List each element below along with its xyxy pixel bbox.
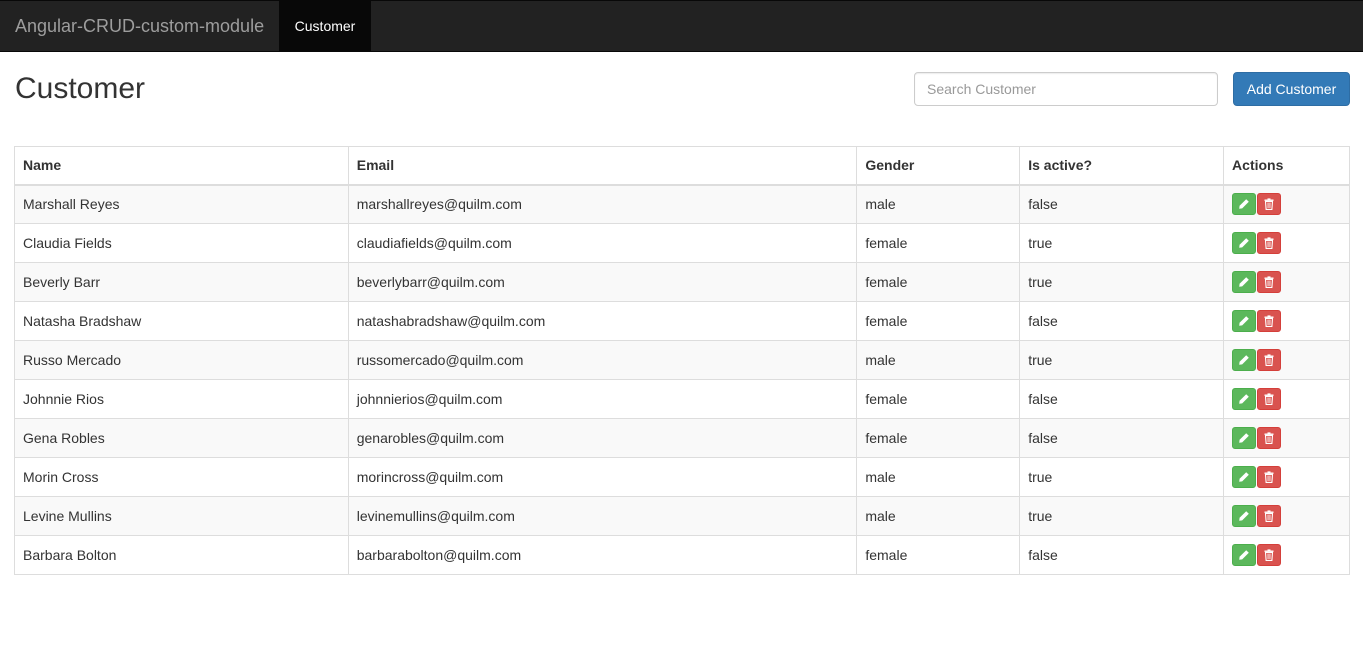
- cell-gender: female: [856, 418, 1021, 458]
- navbar: Angular-CRUD-custom-module Customer: [0, 0, 1363, 52]
- cell-is-active: true: [1019, 340, 1225, 380]
- table-row: Beverly Barr beverlybarr@quilm.com female t…: [14, 262, 1350, 302]
- cell-name: Levine Mullins: [14, 496, 349, 536]
- cell-is-active: true: [1019, 223, 1225, 263]
- delete-button[interactable]: [1257, 388, 1282, 410]
- cell-gender: male: [856, 184, 1021, 224]
- cell-actions: [1223, 379, 1350, 419]
- delete-button[interactable]: [1257, 466, 1282, 488]
- cell-actions: [1223, 223, 1350, 263]
- edit-button[interactable]: [1232, 427, 1257, 449]
- page-title: Customer: [15, 72, 146, 105]
- table-row: Barbara Bolton barbarabolton@quilm.com fem…: [14, 535, 1350, 575]
- cell-is-active: true: [1019, 496, 1225, 536]
- table-row: Natasha Bradshaw natashabradshaw@quilm.co…: [14, 301, 1350, 341]
- cell-is-active: false: [1019, 379, 1225, 419]
- edit-button[interactable]: [1232, 310, 1257, 332]
- table-body: Marshall Reyes marshallreyes@quilm.com mal…: [14, 184, 1350, 575]
- delete-button[interactable]: [1257, 232, 1282, 254]
- cell-email: levinemullins@quilm.com: [347, 496, 858, 536]
- cell-gender: male: [856, 340, 1021, 380]
- cell-gender: female: [856, 379, 1021, 419]
- table-row: Russo Mercado russomercado@quilm.com male t…: [14, 340, 1350, 380]
- edit-button[interactable]: [1232, 544, 1257, 566]
- cell-name: Johnnie Rios: [14, 379, 349, 419]
- table-row: Gena Robles genarobles@quilm.com female fal…: [14, 418, 1350, 458]
- edit-button[interactable]: [1232, 466, 1257, 488]
- table-row: Morin Cross morincross@quilm.com male true: [14, 457, 1350, 497]
- delete-button[interactable]: [1257, 193, 1282, 216]
- delete-button[interactable]: [1257, 427, 1282, 449]
- customer-table: Name Email Gender Is active? Actions Mar…: [14, 146, 1350, 575]
- column-header-gender: Gender: [856, 146, 1021, 186]
- cell-actions: [1223, 262, 1350, 302]
- cell-gender: female: [856, 301, 1021, 341]
- cell-email: genarobles@quilm.com: [347, 418, 858, 458]
- table-row: Claudia Fields claudiafields@quilm.com fem…: [14, 223, 1350, 263]
- cell-gender: female: [856, 223, 1021, 263]
- cell-name: Marshall Reyes: [14, 184, 349, 224]
- cell-name: Morin Cross: [14, 457, 349, 497]
- edit-button[interactable]: [1232, 349, 1257, 371]
- edit-button[interactable]: [1232, 232, 1257, 254]
- cell-actions: [1223, 340, 1350, 380]
- cell-actions: [1223, 184, 1350, 224]
- column-header-is-active: Is active?: [1019, 146, 1225, 186]
- cell-gender: female: [856, 262, 1021, 302]
- cell-name: Russo Mercado: [14, 340, 349, 380]
- delete-button[interactable]: [1257, 505, 1282, 527]
- cell-actions: [1223, 301, 1350, 341]
- table-header-row: Name Email Gender Is active? Actions: [14, 146, 1350, 186]
- cell-is-active: false: [1019, 535, 1225, 575]
- navbar-brand[interactable]: Angular-CRUD-custom-module: [15, 1, 264, 52]
- cell-email: natashabradshaw@quilm.com: [347, 301, 858, 341]
- table-row: Levine Mullins levinemullins@quilm.com mal…: [14, 496, 1350, 536]
- cell-actions: [1223, 535, 1350, 575]
- table-row: Johnnie Rios johnnierios@quilm.com female f…: [14, 379, 1350, 419]
- cell-is-active: false: [1019, 184, 1225, 224]
- edit-button[interactable]: [1232, 388, 1257, 410]
- cell-name: Barbara Bolton: [14, 535, 349, 575]
- cell-email: johnnierios@quilm.com: [347, 379, 858, 419]
- delete-button[interactable]: [1257, 544, 1282, 566]
- cell-gender: male: [856, 496, 1021, 536]
- cell-name: Gena Robles: [14, 418, 349, 458]
- cell-actions: [1223, 496, 1350, 536]
- cell-email: beverlybarr@quilm.com: [347, 262, 858, 302]
- cell-email: marshallreyes@quilm.com: [347, 184, 858, 224]
- edit-button[interactable]: [1232, 505, 1257, 527]
- nav-item-customer[interactable]: Customer: [279, 1, 371, 52]
- cell-email: morincross@quilm.com: [347, 457, 858, 497]
- cell-is-active: true: [1019, 457, 1225, 497]
- cell-gender: female: [856, 535, 1021, 575]
- search-input[interactable]: [914, 72, 1218, 106]
- cell-is-active: false: [1019, 418, 1225, 458]
- edit-button[interactable]: [1232, 271, 1257, 293]
- cell-is-active: false: [1019, 301, 1225, 341]
- cell-gender: male: [856, 457, 1021, 497]
- cell-name: Claudia Fields: [14, 223, 349, 263]
- add-customer-button[interactable]: Add Customer: [1233, 72, 1350, 106]
- column-header-name: Name: [14, 146, 349, 186]
- cell-name: Beverly Barr: [14, 262, 349, 302]
- delete-button[interactable]: [1257, 271, 1282, 293]
- cell-email: russomercado@quilm.com: [347, 340, 858, 380]
- column-header-actions: Actions: [1223, 146, 1350, 186]
- edit-button[interactable]: [1232, 193, 1257, 216]
- column-header-email: Email: [347, 146, 858, 186]
- cell-email: barbarabolton@quilm.com: [347, 535, 858, 575]
- cell-is-active: true: [1019, 262, 1225, 302]
- cell-email: claudiafields@quilm.com: [347, 223, 858, 263]
- delete-button[interactable]: [1257, 349, 1282, 371]
- table-row: Marshall Reyes marshallreyes@quilm.com mal…: [14, 184, 1350, 224]
- cell-name: Natasha Bradshaw: [14, 301, 349, 341]
- delete-button[interactable]: [1257, 310, 1282, 332]
- cell-actions: [1223, 418, 1350, 458]
- cell-actions: [1223, 457, 1350, 497]
